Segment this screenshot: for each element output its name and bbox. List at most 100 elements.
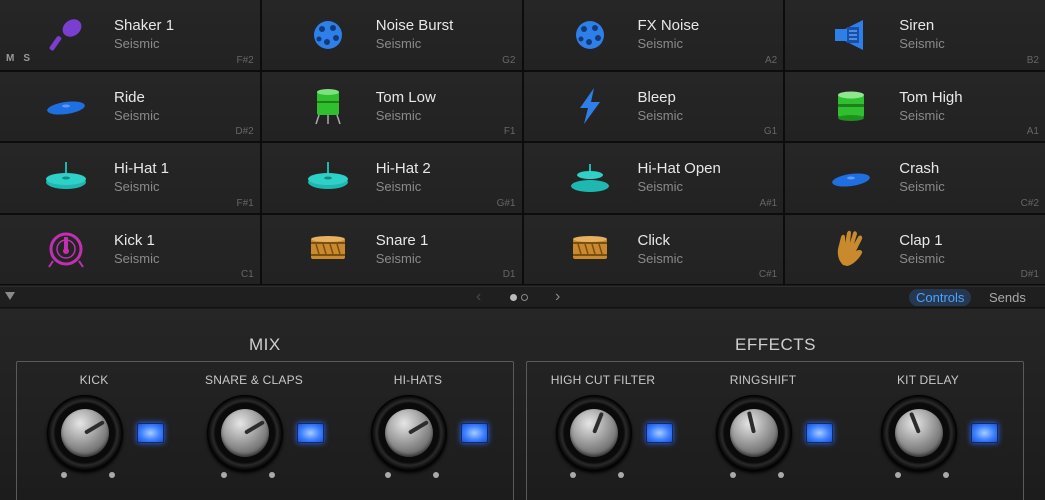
drum-pad[interactable]: Bleep Seismic G1 bbox=[523, 71, 784, 141]
pad-kit-name: Seismic bbox=[114, 107, 160, 123]
pad-kit-name: Seismic bbox=[637, 179, 684, 194]
drum-pad[interactable]: Tom High Seismic A1 bbox=[785, 71, 1045, 141]
pad-name: Hi-Hat 1 bbox=[114, 160, 170, 177]
lightning-icon bbox=[564, 84, 616, 128]
pad-name: Noise Burst bbox=[375, 17, 454, 34]
hihat-icon bbox=[302, 156, 354, 200]
rotary-knob[interactable] bbox=[716, 395, 792, 471]
mute-flag[interactable]: M bbox=[6, 53, 23, 64]
pad-kit-name: Seismic bbox=[375, 179, 422, 194]
tab-controls[interactable]: Controls bbox=[909, 289, 972, 306]
pad-kit-name: Seismic bbox=[637, 36, 684, 51]
previous-page-button[interactable]: ‹ bbox=[476, 288, 481, 306]
pad-note: A#1 bbox=[759, 197, 778, 209]
knob-max-dot bbox=[778, 472, 784, 478]
drum-pad[interactable]: Siren Seismic B2 bbox=[785, 0, 1045, 70]
pad-name: Bleep bbox=[637, 88, 676, 106]
enable-toggle-button[interactable] bbox=[297, 423, 324, 443]
knob-min-dot bbox=[221, 472, 227, 478]
pad-name: Snare 1 bbox=[375, 231, 429, 249]
drum-pad[interactable]: Ride Seismic D#2 bbox=[0, 71, 260, 141]
knob-label: KICK bbox=[79, 373, 109, 387]
tab-sends[interactable]: Sends bbox=[989, 289, 1026, 306]
page-indicator bbox=[510, 294, 528, 301]
rotary-knob[interactable] bbox=[371, 395, 447, 471]
enable-toggle-button[interactable] bbox=[461, 423, 488, 443]
drum-pad[interactable]: Tom Low Seismic F1 bbox=[261, 71, 522, 141]
pad-note: A1 bbox=[1026, 126, 1039, 137]
pad-note: F1 bbox=[503, 126, 516, 137]
drum-pad[interactable]: MS Shaker 1 Seismic F#2 bbox=[0, 0, 260, 70]
snare-drum-icon bbox=[564, 227, 616, 271]
drum-pad[interactable]: FX Noise Seismic A2 bbox=[523, 0, 784, 70]
pad-kit-name: Seismic bbox=[637, 107, 684, 123]
drum-pad[interactable]: Snare 1 Seismic D1 bbox=[261, 214, 522, 284]
rotary-knob[interactable] bbox=[556, 395, 632, 471]
knob-label: SNARE & CLAPS bbox=[205, 373, 303, 387]
mute-solo-flags: MS bbox=[6, 53, 39, 64]
drum-pad[interactable]: Crash Seismic C#2 bbox=[785, 143, 1045, 213]
pad-name: Crash bbox=[899, 160, 940, 177]
knob-group: KIT DELAY bbox=[853, 362, 1003, 500]
knob-label: HIGH CUT FILTER bbox=[550, 373, 656, 387]
collapse-toggle-icon[interactable] bbox=[5, 292, 15, 300]
drum-pad[interactable]: Click Seismic C#1 bbox=[523, 214, 784, 284]
pad-note: C1 bbox=[240, 269, 254, 280]
enable-toggle-button[interactable] bbox=[646, 423, 673, 443]
snare-drum-icon bbox=[302, 227, 354, 271]
knob-max-dot bbox=[433, 472, 439, 478]
knob-group: SNARE & CLAPS bbox=[179, 362, 329, 500]
knob-max-dot bbox=[618, 472, 624, 478]
drum-pad[interactable]: Clap 1 Seismic D#1 bbox=[785, 214, 1045, 284]
next-page-button[interactable]: › bbox=[555, 288, 560, 306]
clap-hand-icon bbox=[825, 227, 877, 271]
controls-panel: MIX EFFECTS KICK SNARE & CLAPS HI-HATS H… bbox=[0, 309, 1045, 500]
pad-name: Clap 1 bbox=[899, 231, 943, 249]
pad-kit-name: Seismic bbox=[114, 179, 160, 194]
drum-pad[interactable]: Hi-Hat 1 Seismic F#1 bbox=[0, 143, 260, 213]
pad-note: D#2 bbox=[235, 126, 254, 137]
kick-drum-icon bbox=[40, 227, 92, 271]
pad-kit-name: Seismic bbox=[114, 36, 160, 51]
knob-label: RINGSHIFT bbox=[729, 373, 797, 387]
drum-pad[interactable]: Hi-Hat 2 Seismic G#1 bbox=[261, 143, 522, 213]
drum-pad[interactable]: Noise Burst Seismic G2 bbox=[261, 0, 522, 70]
knob-group: RINGSHIFT bbox=[688, 362, 838, 500]
knob-max-dot bbox=[109, 472, 115, 478]
enable-toggle-button[interactable] bbox=[806, 423, 833, 443]
knob-min-dot bbox=[570, 472, 576, 478]
rotary-knob[interactable] bbox=[881, 395, 957, 471]
pad-name: Ride bbox=[114, 88, 145, 106]
solo-flag[interactable]: S bbox=[23, 53, 39, 64]
knob-label: KIT DELAY bbox=[896, 373, 960, 387]
enable-toggle-button[interactable] bbox=[137, 423, 164, 443]
pad-name: Hi-Hat Open bbox=[637, 160, 721, 177]
pad-kit-name: Seismic bbox=[899, 107, 945, 123]
knob-label: HI-HATS bbox=[393, 373, 443, 387]
drum-pad[interactable]: Hi-Hat Open Seismic A#1 bbox=[523, 143, 784, 213]
knob-min-dot bbox=[895, 472, 901, 478]
pad-kit-name: Seismic bbox=[637, 250, 684, 266]
pad-kit-name: Seismic bbox=[899, 179, 945, 194]
rotary-knob[interactable] bbox=[207, 395, 283, 471]
page-dot-2[interactable] bbox=[521, 294, 528, 301]
effects-section: HIGH CUT FILTER RINGSHIFT KIT DELAY bbox=[526, 361, 1024, 500]
cymbal-flat-icon bbox=[40, 84, 92, 128]
pad-note: B2 bbox=[1026, 54, 1039, 66]
pad-note: G#1 bbox=[496, 197, 516, 209]
pad-name: Click bbox=[637, 231, 671, 249]
pad-name: Tom Low bbox=[375, 88, 436, 106]
rotary-knob[interactable] bbox=[47, 395, 123, 471]
hihat-icon bbox=[40, 156, 92, 200]
pad-name: Kick 1 bbox=[114, 231, 155, 249]
hihat-open-icon bbox=[564, 156, 616, 200]
pad-note: D1 bbox=[502, 269, 516, 280]
pad-kit-name: Seismic bbox=[375, 36, 422, 51]
pad-kit-name: Seismic bbox=[375, 107, 422, 123]
enable-toggle-button[interactable] bbox=[971, 423, 998, 443]
page-dot-1[interactable] bbox=[510, 294, 517, 301]
knob-group: HIGH CUT FILTER bbox=[528, 362, 678, 500]
drum-pad[interactable]: Kick 1 Seismic C1 bbox=[0, 214, 260, 284]
knob-min-dot bbox=[730, 472, 736, 478]
noise-ball-icon bbox=[302, 13, 354, 57]
